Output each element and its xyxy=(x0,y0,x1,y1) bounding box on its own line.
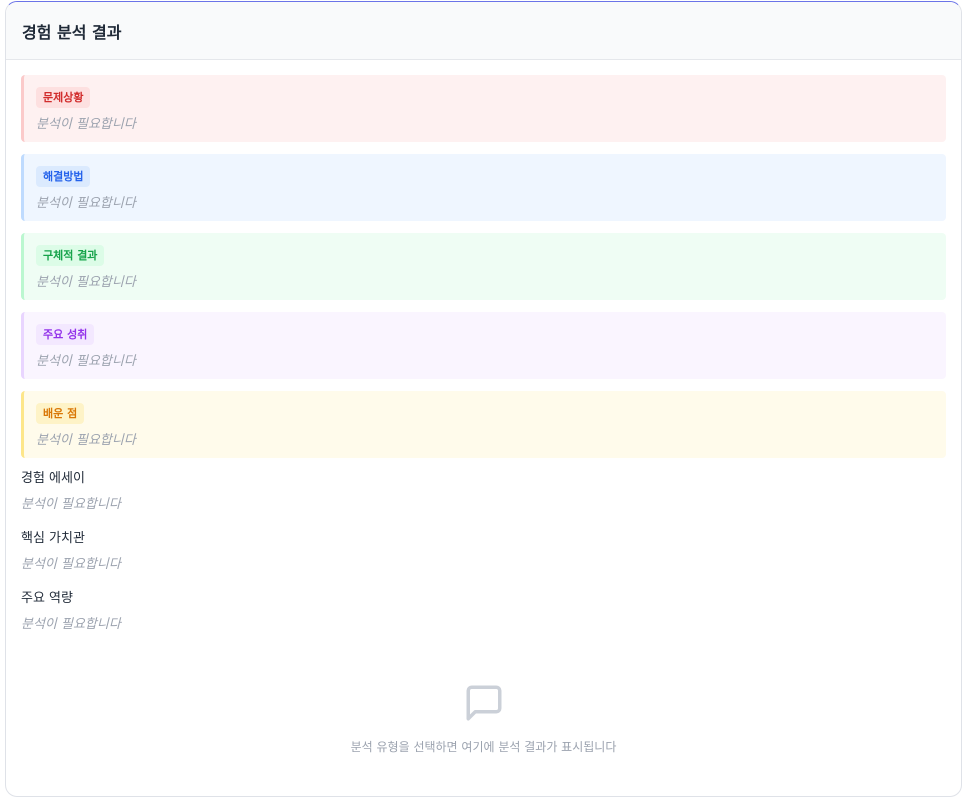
card-result: 구체적 결과 분석이 필요합니다 xyxy=(21,233,946,300)
card-lessons: 배운 점 분석이 필요합니다 xyxy=(21,391,946,458)
empty-state: 분석 유형을 선택하면 여기에 분석 결과가 표시됩니다 xyxy=(6,682,961,755)
card-lessons-badge: 배운 점 xyxy=(36,403,85,424)
section-values: 핵심 가치관 분석이 필요합니다 xyxy=(21,530,946,574)
section-values-title: 핵심 가치관 xyxy=(21,531,85,546)
section-competencies-title: 주요 역량 xyxy=(21,591,73,606)
section-competencies-text: 분석이 필요합니다 xyxy=(21,617,121,632)
section-essay: 경험 에세이 분석이 필요합니다 xyxy=(21,470,946,514)
message-square-icon xyxy=(466,685,501,721)
panel-title: 경험 분석 결과 xyxy=(22,22,122,42)
card-result-text: 분석이 필요합니다 xyxy=(36,275,136,290)
panel-header: 경험 분석 결과 xyxy=(6,2,961,60)
section-competencies: 주요 역량 분석이 필요합니다 xyxy=(21,590,946,634)
card-solution-text: 분석이 필요합니다 xyxy=(36,196,136,211)
card-result-badge: 구체적 결과 xyxy=(36,245,105,266)
section-essay-text: 분석이 필요합니다 xyxy=(21,497,121,512)
panel-body: 문제상황 분석이 필요합니다 해결방법 분석이 필요합니다 구체적 결과 분석이… xyxy=(6,60,961,634)
card-achievement: 주요 성취 분석이 필요합니다 xyxy=(21,312,946,379)
card-lessons-text: 분석이 필요합니다 xyxy=(36,433,136,448)
card-achievement-text: 분석이 필요합니다 xyxy=(36,354,136,369)
empty-state-text: 분석 유형을 선택하면 여기에 분석 결과가 표시됩니다 xyxy=(350,740,617,754)
card-solution: 해결방법 분석이 필요합니다 xyxy=(21,154,946,221)
card-problem-text: 분석이 필요합니다 xyxy=(36,117,136,132)
analysis-result-panel: 경험 분석 결과 문제상황 분석이 필요합니다 해결방법 분석이 필요합니다 구… xyxy=(5,1,962,797)
section-essay-title: 경험 에세이 xyxy=(21,471,85,486)
section-values-text: 분석이 필요합니다 xyxy=(21,557,121,572)
card-solution-badge: 해결방법 xyxy=(36,166,91,187)
card-problem-badge: 문제상황 xyxy=(36,87,91,108)
card-achievement-badge: 주요 성취 xyxy=(36,324,95,345)
card-problem: 문제상황 분석이 필요합니다 xyxy=(21,75,946,142)
